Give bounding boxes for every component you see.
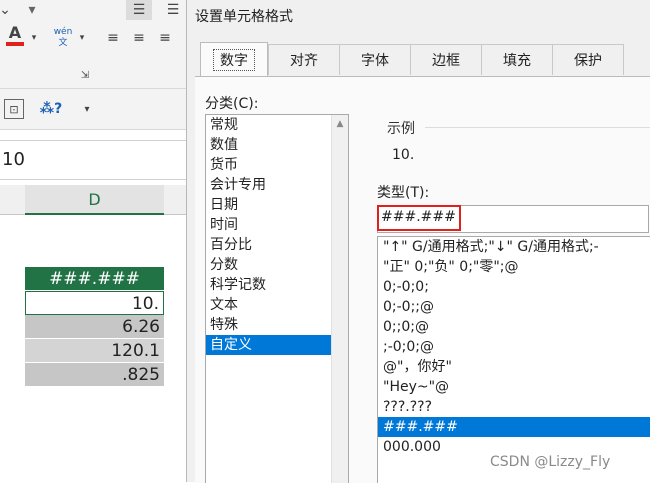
- phonetic-dropdown-icon[interactable]: ▾: [76, 28, 88, 48]
- category-item[interactable]: 特殊: [206, 315, 341, 335]
- format-item[interactable]: 0;-0;;@: [378, 297, 650, 317]
- watermark: CSDN @Lizzy_Fly: [490, 454, 611, 470]
- font-color-button[interactable]: A: [4, 25, 26, 46]
- data-validation-icon[interactable]: ⁂?: [40, 99, 62, 119]
- category-scrollbar[interactable]: ▲: [331, 115, 348, 483]
- tab-border[interactable]: 边框: [410, 44, 482, 75]
- category-item[interactable]: 数值: [206, 135, 341, 155]
- format-item[interactable]: ???.???: [378, 397, 650, 417]
- font-color-swatch: [6, 42, 24, 46]
- format-item[interactable]: 0;;0;@: [378, 317, 650, 337]
- align-right-icon[interactable]: ≡: [154, 28, 176, 48]
- cell-d-3[interactable]: 120.1: [25, 339, 164, 363]
- align-top-icon[interactable]: ☰: [126, 0, 152, 20]
- form-icon[interactable]: ⊡: [4, 99, 24, 119]
- category-item[interactable]: 日期: [206, 195, 341, 215]
- category-label: 分类(C):: [205, 96, 259, 112]
- ribbon: ⌄ ▾ ☰ ☰ A ▾ wén 文 ▾ ≡ ≡ ≡ ⇲: [0, 0, 186, 89]
- tab-fill[interactable]: 填充: [481, 44, 553, 75]
- format-cells-dialog: 设置单元格格式 数字 对齐 字体 边框 填充 保护 分类(C): 常规 数值 货…: [186, 0, 650, 483]
- category-list[interactable]: 常规 数值 货币 会计专用 日期 时间 百分比 分数 科学记数 文本 特殊 自定…: [205, 114, 349, 483]
- format-item[interactable]: "正" 0;"负" 0;"零";@: [378, 257, 650, 277]
- font-color-dropdown-icon[interactable]: ▾: [28, 28, 40, 48]
- dropdown-icon[interactable]: ▾: [22, 0, 42, 20]
- align-left-icon[interactable]: ≡: [102, 28, 124, 48]
- format-list[interactable]: "↑" G/通用格式;"↓" G/通用格式;- "正" 0;"负" 0;"零";…: [377, 236, 650, 483]
- format-item[interactable]: 0;-0;0;: [378, 277, 650, 297]
- category-item[interactable]: 文本: [206, 295, 341, 315]
- format-item[interactable]: "Hey~"@: [378, 377, 650, 397]
- cell-d-4[interactable]: .825: [25, 363, 164, 387]
- cell-range[interactable]: ###.### 10. 6.26 120.1 .825: [25, 267, 164, 387]
- format-item-selected[interactable]: ###.###: [378, 417, 650, 437]
- quick-access-bar: ⊡ ⁂? ▾: [0, 89, 186, 130]
- format-item[interactable]: @"，你好": [378, 357, 650, 377]
- column-header-d[interactable]: D: [25, 185, 164, 215]
- cell-d-header[interactable]: ###.###: [25, 267, 164, 291]
- category-item[interactable]: 会计专用: [206, 175, 341, 195]
- sample-value: 10.: [392, 147, 415, 163]
- format-item[interactable]: "↑" G/通用格式;"↓" G/通用格式;-: [378, 237, 650, 257]
- category-item[interactable]: 分数: [206, 255, 341, 275]
- tab-alignment[interactable]: 对齐: [268, 44, 340, 75]
- type-input-highlight: [377, 205, 461, 231]
- cell-d-2[interactable]: 6.26: [25, 315, 164, 339]
- type-label: 类型(T):: [377, 185, 430, 201]
- customize-toolbar-icon[interactable]: ▾: [76, 99, 98, 119]
- dialog-launcher-icon[interactable]: ⇲: [78, 68, 92, 82]
- dialog-title: 设置单元格格式: [195, 9, 293, 25]
- excel-window: ⌄ ▾ ☰ ☰ A ▾ wén 文 ▾ ≡ ≡ ≡ ⇲ ⊡ ⁂? ▾ 10 D …: [0, 0, 186, 482]
- sample-divider: [425, 127, 650, 128]
- formula-bar[interactable]: 10: [0, 140, 186, 180]
- category-item[interactable]: 时间: [206, 215, 341, 235]
- tab-font[interactable]: 字体: [339, 44, 411, 75]
- format-item[interactable]: ;-0;0;@: [378, 337, 650, 357]
- phonetic-guide-icon[interactable]: wén 文: [52, 24, 74, 52]
- category-item[interactable]: 货币: [206, 155, 341, 175]
- formula-value: 10: [2, 149, 25, 170]
- category-item[interactable]: 常规: [206, 115, 341, 135]
- ribbon-edge-button[interactable]: ⌄: [0, 0, 11, 20]
- sample-label: 示例: [387, 121, 415, 137]
- scroll-up-icon[interactable]: ▲: [332, 119, 348, 129]
- category-item[interactable]: 科学记数: [206, 275, 341, 295]
- cell-d-1[interactable]: 10.: [25, 291, 164, 315]
- align-middle-icon[interactable]: ☰: [160, 0, 186, 20]
- category-item-selected[interactable]: 自定义: [206, 335, 341, 355]
- column-header-row: D: [0, 185, 186, 215]
- tab-protection[interactable]: 保护: [552, 44, 624, 75]
- tab-number[interactable]: 数字: [200, 42, 268, 76]
- category-item[interactable]: 百分比: [206, 235, 341, 255]
- align-center-icon[interactable]: ≡: [128, 28, 150, 48]
